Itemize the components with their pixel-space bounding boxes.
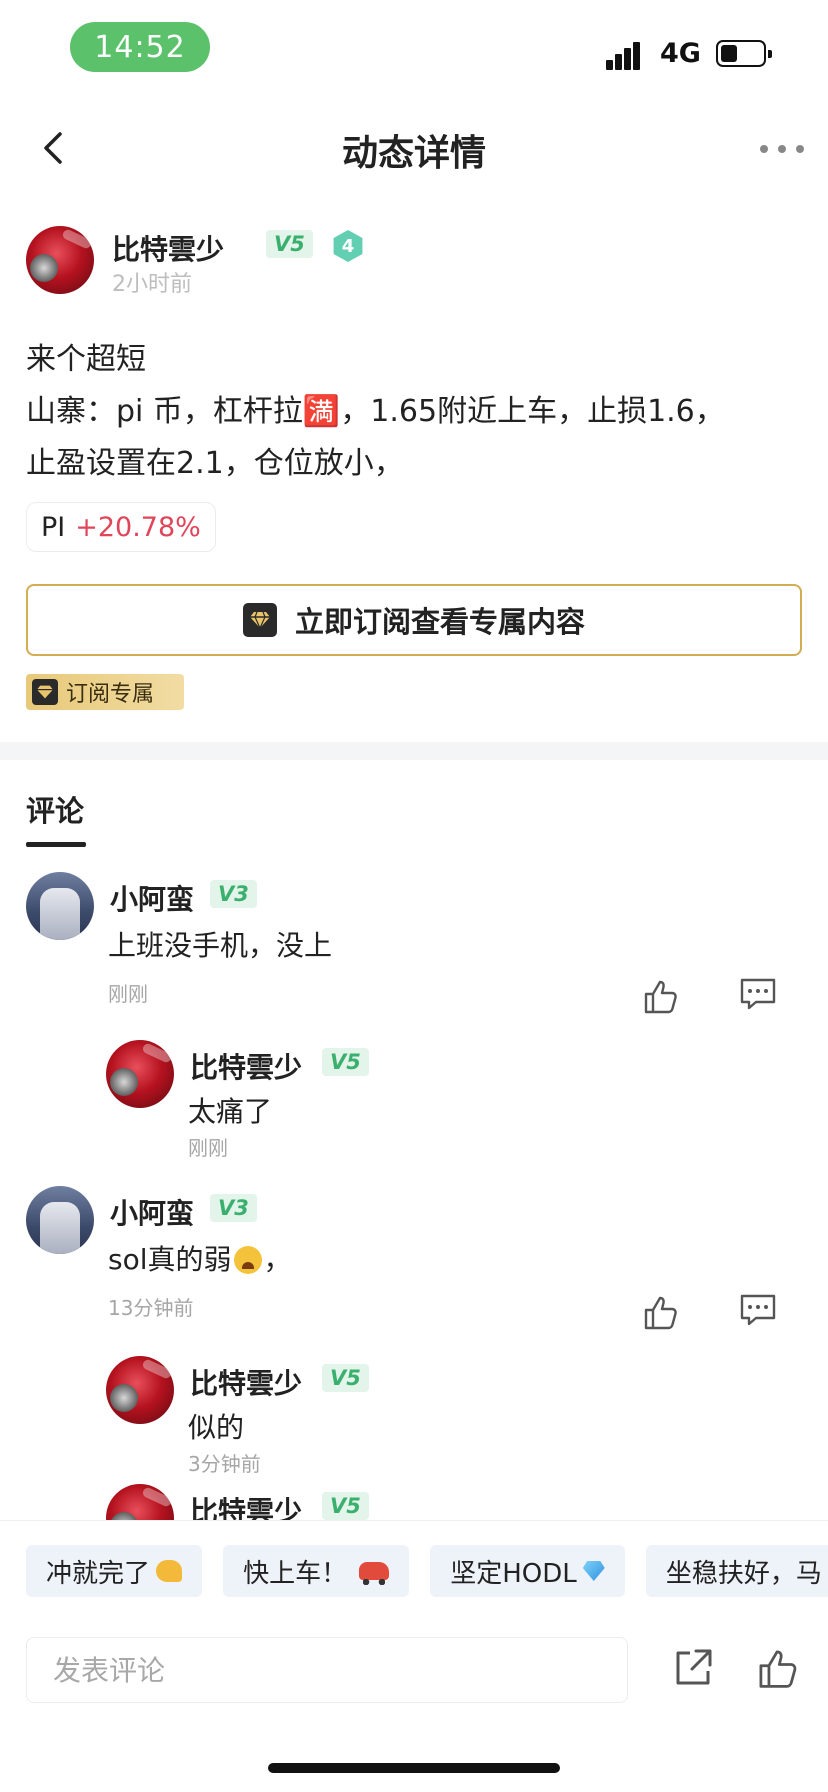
- diamond-icon: [32, 679, 58, 705]
- quick-reply-chip[interactable]: 坐稳扶好，马: [645, 1545, 828, 1597]
- author-name[interactable]: 比特雲少: [112, 228, 224, 268]
- post-line: 止盈设置在2.1，仓位放小，: [26, 446, 404, 481]
- signal-strength-icon: [606, 40, 648, 70]
- flexed-biceps-icon: [156, 1560, 183, 1582]
- battery-icon: [716, 40, 772, 67]
- weary-face-icon: [233, 1246, 262, 1274]
- quick-reply-chip[interactable]: 冲就完了: [26, 1545, 203, 1597]
- vip-badge: V5: [322, 1364, 369, 1392]
- quick-reply-chip[interactable]: 坚定HODL: [430, 1545, 625, 1597]
- like-icon[interactable]: [754, 1645, 800, 1691]
- car-icon: [359, 1562, 390, 1585]
- diamond-icon: [242, 603, 277, 637]
- comment-input[interactable]: [26, 1637, 628, 1703]
- status-time: 14:52: [70, 22, 210, 72]
- comment-item: 小阿蛮 V3 sol真的弱 ， 13分钟前: [26, 1186, 806, 1330]
- like-icon[interactable]: [640, 976, 680, 1016]
- ticker-chip[interactable]: PI +20.78%: [26, 502, 216, 552]
- comment-text: sol真的弱 ，: [108, 1238, 292, 1278]
- replier-name[interactable]: 比特雲少: [190, 1490, 302, 1520]
- network-type: 4G: [660, 38, 701, 69]
- commenter-avatar[interactable]: [26, 872, 94, 940]
- replier-name[interactable]: 比特雲少: [190, 1046, 302, 1086]
- vip-badge: V5: [322, 1048, 369, 1076]
- quick-reply-label: 冲就完了: [46, 1558, 151, 1589]
- reply-item: 比特雲少 V5 似的 3分钟前: [106, 1356, 806, 1476]
- tab-comments[interactable]: 评论: [26, 788, 84, 830]
- post-line: 山寨：pi 币，杠杆拉🈵，1.65附近上车，止损1.6，: [26, 394, 725, 429]
- commenter-name[interactable]: 小阿蛮: [110, 878, 194, 918]
- reply-item: 比特雲少 V5 太痛了 刚刚: [106, 1040, 806, 1160]
- bottom-panel: 冲就完了 快上车！ 坚定HODL 坐稳扶好，马: [0, 1520, 828, 1792]
- section-divider: [0, 742, 828, 760]
- reply-text: 太痛了: [188, 1095, 273, 1128]
- status-bar: 14:52 4G: [0, 0, 828, 100]
- quick-reply-label: 快上车！: [243, 1558, 348, 1589]
- post-author[interactable]: 比特雲少 V5 4 2小时前: [26, 226, 806, 298]
- comment-text: 上班没手机，没上: [108, 929, 333, 962]
- share-icon[interactable]: [670, 1645, 716, 1691]
- battery-level: [721, 45, 737, 62]
- nav-bar: 动态详情: [0, 100, 828, 196]
- quick-replies: 冲就完了 快上车！ 坚定HODL 坐稳扶好，马: [26, 1545, 828, 1599]
- subscribe-label: 立即订阅查看专属内容: [294, 605, 585, 639]
- reply-item: 比特雲少 V5: [106, 1484, 806, 1520]
- replier-avatar[interactable]: [106, 1040, 174, 1108]
- reply-icon[interactable]: [738, 1290, 778, 1330]
- quick-reply-label: 坚定HODL: [450, 1558, 577, 1589]
- comment-time: 刚刚: [108, 982, 148, 1006]
- ticker-symbol: PI: [41, 511, 66, 543]
- post-time: 2小时前: [112, 272, 192, 297]
- commenter-name[interactable]: 小阿蛮: [110, 1192, 194, 1232]
- more-options-icon[interactable]: [760, 134, 804, 164]
- comment-text-suffix: ，: [263, 1243, 292, 1276]
- vip-badge: V3: [210, 1194, 257, 1222]
- home-indicator: [268, 1763, 560, 1773]
- author-avatar[interactable]: [26, 226, 94, 294]
- vip-badge: V5: [266, 230, 313, 258]
- reply-icon[interactable]: [738, 974, 778, 1014]
- exclusive-tag: 订阅专属: [26, 674, 184, 710]
- quick-reply-label: 坐稳扶好，马: [665, 1558, 822, 1589]
- comment-time: 13分钟前: [108, 1296, 194, 1320]
- post-line: 来个超短: [26, 342, 146, 377]
- replier-avatar[interactable]: [106, 1484, 174, 1520]
- quick-reply-chip[interactable]: 快上车！: [223, 1545, 410, 1597]
- exclusive-tag-label: 订阅专属: [66, 682, 155, 707]
- level-badge: 4: [333, 230, 363, 262]
- page-title: 动态详情: [341, 133, 486, 174]
- replier-avatar[interactable]: [106, 1356, 174, 1424]
- reply-text: 似的: [188, 1411, 245, 1444]
- replier-name[interactable]: 比特雲少: [190, 1362, 302, 1402]
- gem-icon: [582, 1561, 605, 1581]
- comment-item: 小阿蛮 V3 上班没手机，没上 刚刚: [26, 872, 806, 1014]
- comment-text-body: sol真的弱: [108, 1243, 232, 1276]
- reply-time: 3分钟前: [188, 1452, 261, 1476]
- commenter-avatar[interactable]: [26, 1186, 94, 1254]
- tab-underline: [26, 842, 86, 847]
- ticker-change: +20.78%: [75, 511, 201, 543]
- vip-badge: V5: [322, 1492, 369, 1520]
- post-content: 来个超短 山寨：pi 币，杠杆拉🈵，1.65附近上车，止损1.6， 止盈设置在2…: [26, 334, 806, 490]
- like-icon[interactable]: [640, 1292, 680, 1332]
- reply-time: 刚刚: [188, 1136, 228, 1160]
- subscribe-button[interactable]: 立即订阅查看专属内容: [26, 584, 802, 656]
- vip-badge: V3: [210, 880, 257, 908]
